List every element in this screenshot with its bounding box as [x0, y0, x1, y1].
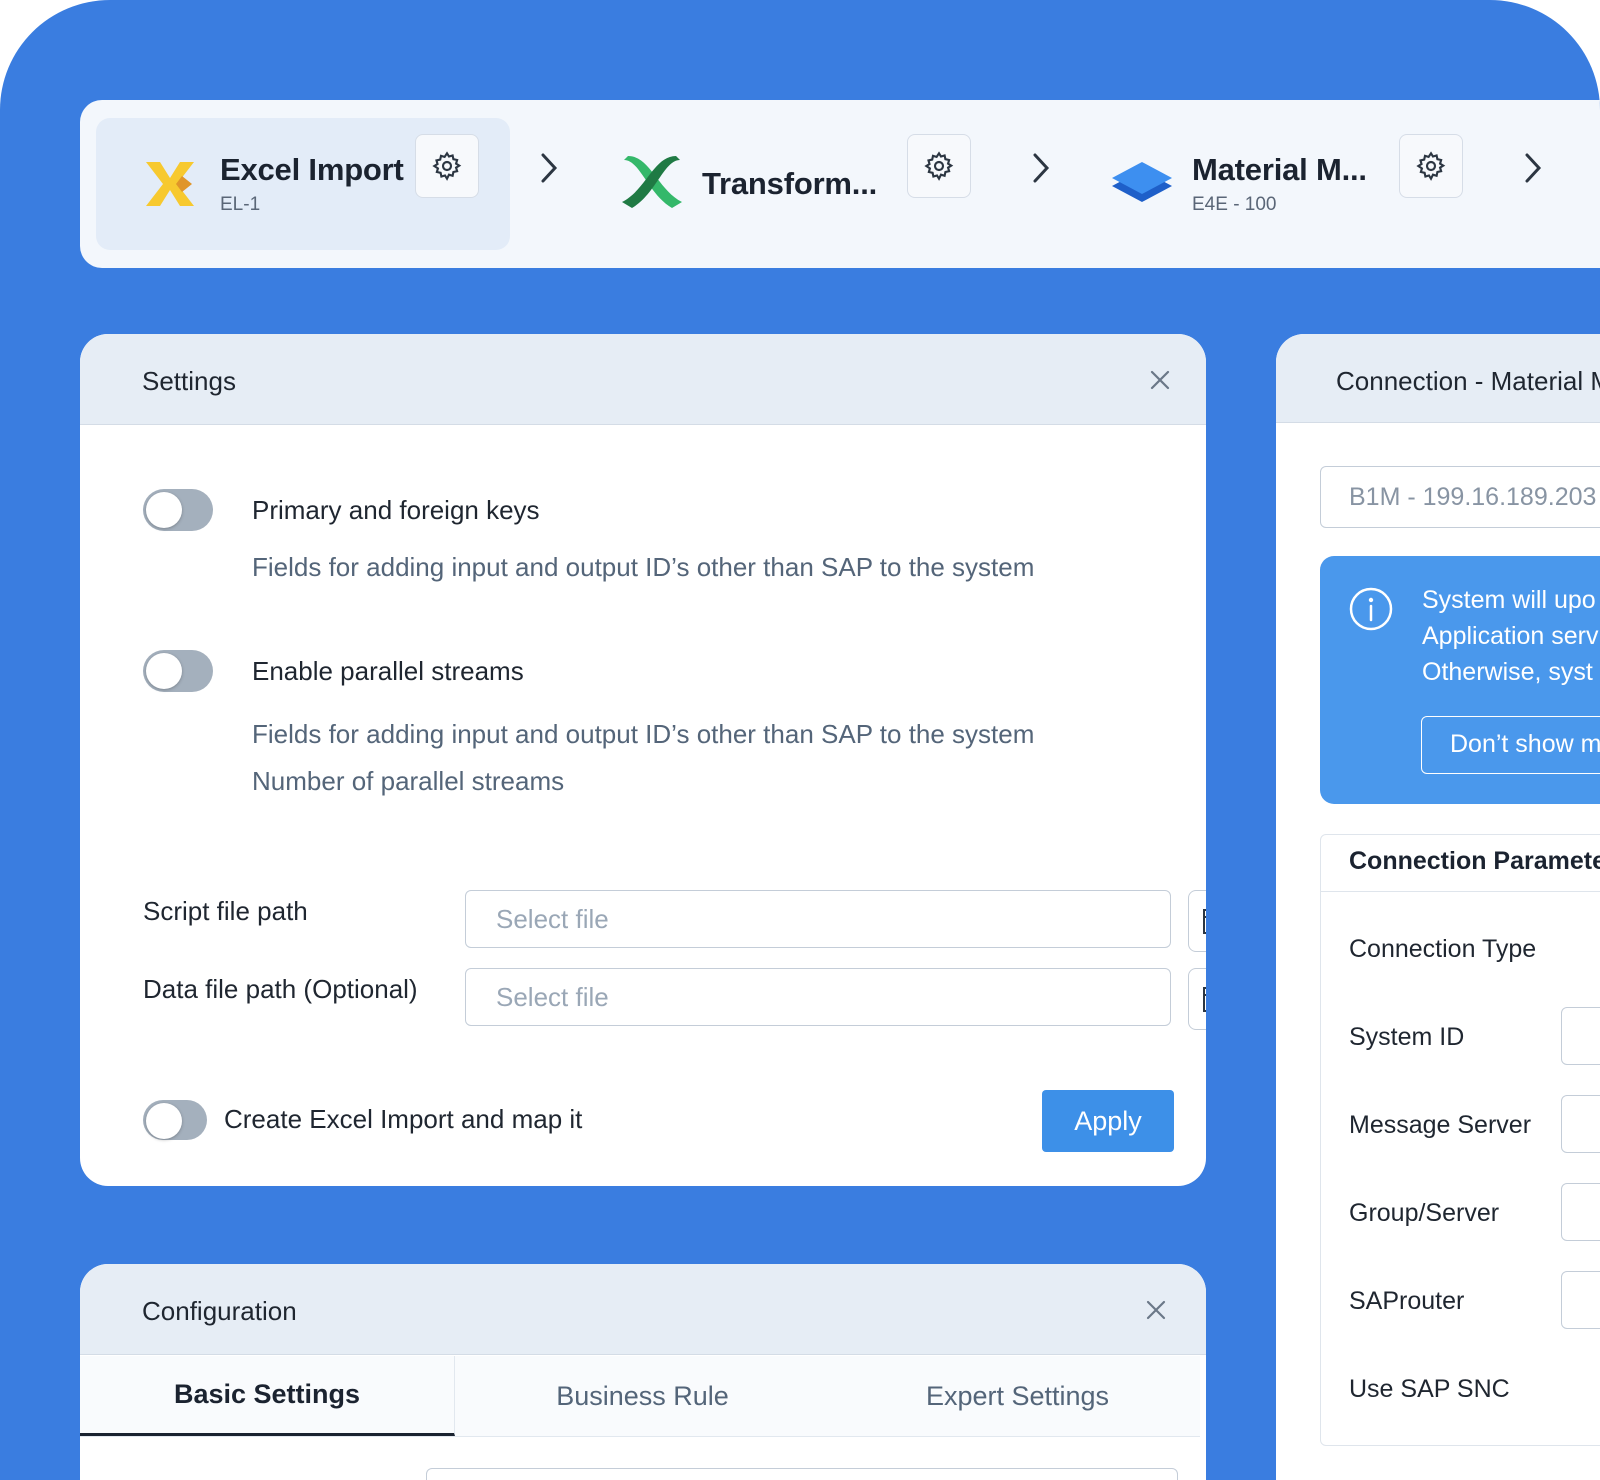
pipeline-bar: Excel Import EL-1 Transform... Material …	[80, 100, 1600, 268]
configuration-tabs: Basic Settings Business Rule Expert Sett…	[80, 1356, 1200, 1437]
data-path-label: Data file path (Optional)	[143, 974, 418, 1004]
folder-icon	[1203, 987, 1206, 1012]
param-label-group-server: Group/Server	[1349, 1199, 1500, 1227]
step-code: EL-1	[220, 194, 261, 215]
param-label-message-server: Message Server	[1349, 1111, 1532, 1139]
step-titles: Material M... E4E - 100	[1192, 152, 1367, 216]
configuration-header: Configuration	[80, 1264, 1206, 1355]
step-titles: Transform...	[702, 166, 877, 202]
data-browse-button[interactable]	[1188, 968, 1206, 1030]
config-field[interactable]	[426, 1468, 1178, 1480]
chevron-right-icon	[534, 148, 564, 188]
tab-basic-settings[interactable]: Basic Settings	[80, 1356, 455, 1436]
script-path-input[interactable]	[465, 890, 1171, 948]
dont-show-button[interactable]: Don’t show m	[1421, 716, 1600, 774]
primary-keys-toggle[interactable]	[143, 489, 213, 531]
app-background: Excel Import EL-1 Transform... Material …	[0, 0, 1600, 1480]
chevron-right-icon	[1518, 148, 1548, 188]
system-id-input[interactable]	[1561, 1007, 1600, 1065]
parameters-header: Connection Paramete	[1321, 835, 1600, 892]
data-path-input[interactable]	[465, 968, 1171, 1026]
param-label-saprouter: SAProuter	[1349, 1287, 1465, 1315]
info-banner: System will upo Application serv Otherwi…	[1320, 556, 1600, 804]
gear-icon	[1416, 151, 1446, 181]
script-browse-button[interactable]	[1188, 890, 1206, 952]
group-server-input[interactable]	[1561, 1183, 1600, 1241]
option-label: Primary and foreign keys	[252, 495, 540, 525]
connection-panel: Connection - Material M B1M - 199.16.189…	[1276, 334, 1600, 1480]
tab-business-rule[interactable]: Business Rule	[455, 1356, 830, 1436]
system-value: B1M - 199.16.189.203	[1349, 483, 1597, 511]
step-name: Excel Import	[220, 152, 404, 187]
folder-icon	[1203, 909, 1206, 934]
tab-expert-settings[interactable]: Expert Settings	[830, 1356, 1205, 1436]
apply-button[interactable]: Apply	[1042, 1090, 1174, 1152]
parallel-streams-toggle[interactable]	[143, 650, 213, 692]
layers-logo-icon	[1110, 152, 1174, 216]
close-icon[interactable]	[1144, 1298, 1168, 1322]
create-import-toggle[interactable]	[143, 1100, 207, 1140]
connection-parameters: Connection Paramete Connection Type Syst…	[1320, 834, 1600, 1446]
info-text-line: Otherwise, syst	[1422, 658, 1593, 686]
chevron-right-icon	[1026, 148, 1056, 188]
excel-logo-icon	[138, 152, 202, 216]
saprouter-input[interactable]	[1561, 1271, 1600, 1329]
option-description: Fields for adding input and output ID’s …	[252, 719, 1035, 749]
script-path-label: Script file path	[143, 896, 308, 926]
parallel-streams-count-label: Number of parallel streams	[252, 766, 565, 796]
info-text-line: Application serv	[1422, 622, 1599, 650]
step-settings-button[interactable]	[415, 134, 479, 198]
param-label-connection-type: Connection Type	[1349, 935, 1537, 963]
step-settings-button[interactable]	[907, 134, 971, 198]
step-titles: Excel Import EL-1	[220, 152, 404, 216]
create-import-label: Create Excel Import and map it	[224, 1104, 583, 1134]
parameters-title: Connection Paramete	[1349, 847, 1600, 875]
gear-icon	[432, 151, 462, 181]
step-name: Material M...	[1192, 152, 1367, 187]
pipeline-step-transform[interactable]: Transform...	[620, 118, 920, 250]
close-icon[interactable]	[1148, 368, 1172, 392]
param-label-use-snc: Use SAP SNC	[1349, 1375, 1510, 1403]
configuration-panel: Configuration Basic Settings Business Ru…	[80, 1264, 1206, 1480]
settings-header: Settings	[80, 334, 1206, 425]
option-description: Fields for adding input and output ID’s …	[252, 552, 1035, 582]
panel-title: Settings	[142, 366, 236, 396]
panel-title: Connection - Material M	[1336, 366, 1600, 396]
transform-logo-icon	[620, 152, 684, 216]
step-name: Transform...	[702, 166, 878, 201]
settings-panel: Settings Primary and foreign keys Fields…	[80, 334, 1206, 1186]
param-label-system-id: System ID	[1349, 1023, 1465, 1051]
step-code: E4E - 100	[1192, 194, 1277, 215]
gear-icon	[924, 151, 954, 181]
info-icon	[1349, 587, 1393, 631]
pipeline-step-material[interactable]: Material M... E4E - 100	[1110, 118, 1410, 250]
option-label: Enable parallel streams	[252, 656, 524, 686]
info-text-line: System will upo	[1422, 586, 1596, 614]
system-select[interactable]: B1M - 199.16.189.203	[1320, 466, 1600, 528]
message-server-input[interactable]	[1561, 1095, 1600, 1153]
step-settings-button[interactable]	[1399, 134, 1463, 198]
panel-title: Configuration	[142, 1296, 297, 1326]
connection-header: Connection - Material M	[1276, 334, 1600, 423]
